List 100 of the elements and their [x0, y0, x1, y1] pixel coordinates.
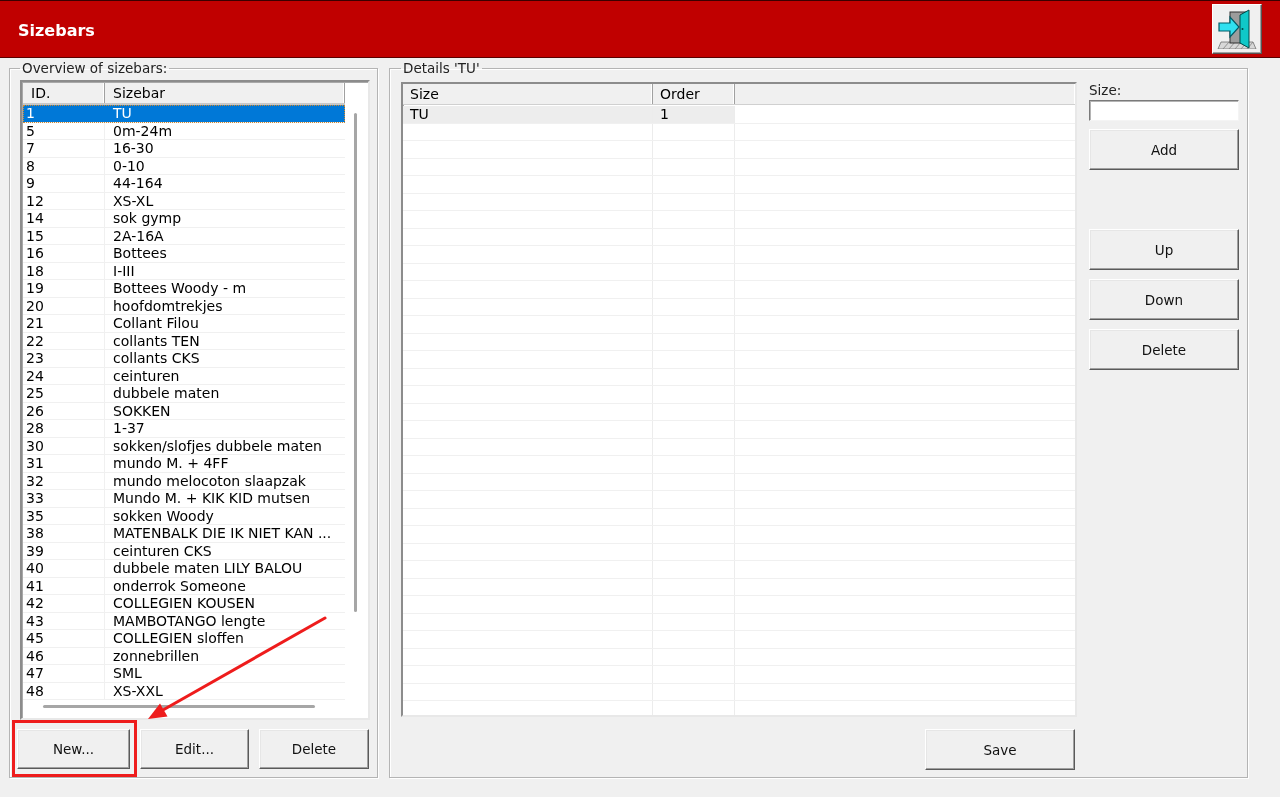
table-cell: 8 — [23, 157, 105, 174]
table-cell-text: ceinturen CKS — [112, 542, 213, 559]
exit-button[interactable] — [1212, 4, 1262, 54]
table-cell: 1 — [653, 106, 735, 123]
list-row[interactable]: 8 0-10 — [23, 157, 345, 175]
group-title: Overview of sizebars: — [21, 61, 169, 75]
table-cell: 40 — [23, 560, 105, 577]
list-row[interactable]: 16 Bottees — [23, 245, 345, 263]
table-cell: TU — [403, 106, 653, 123]
table-cell-text: SOKKEN — [112, 402, 172, 419]
table-cell: 35 — [23, 507, 105, 524]
table-cell: 32 — [23, 472, 105, 489]
list-row[interactable]: 39 ceinturen CKS — [23, 542, 345, 560]
edit-button[interactable]: Edit... — [140, 729, 249, 769]
table-cell-text: MAMBOTANGO lengte — [112, 612, 267, 629]
table-cell-text: SML — [112, 665, 143, 682]
table-cell: 16 — [23, 245, 105, 262]
table-cell-text: dubbele maten LILY BALOU — [112, 560, 304, 577]
list-row[interactable]: 12 XS-XL — [23, 192, 345, 210]
table-cell: 43 — [23, 612, 105, 629]
table-cell-text: Bottees Woody - m — [112, 280, 248, 297]
list-row[interactable]: 24 ceinturen — [23, 367, 345, 385]
new-button[interactable]: New... — [17, 729, 130, 769]
up-button[interactable]: Up — [1089, 229, 1239, 270]
table-cell: 38 — [23, 525, 105, 542]
table-cell: 45 — [23, 630, 105, 647]
add-button[interactable]: Add — [1089, 129, 1239, 170]
table-cell-text: 0-10 — [112, 157, 146, 174]
list-row[interactable]: 32 mundo melocoton slaapzak — [23, 472, 345, 490]
list-row[interactable]: 46 zonnebrillen — [23, 647, 345, 665]
table-cell-text: mundo melocoton slaapzak — [112, 472, 307, 489]
table-cell-text: 2A-16A — [112, 227, 165, 244]
delete-button[interactable]: Delete — [1089, 329, 1239, 370]
list-row[interactable]: 48 XS-XXL — [23, 682, 345, 700]
table-cell-text: XS-XL — [112, 192, 155, 209]
list-row[interactable]: 40 dubbele maten LILY BALOU — [23, 560, 345, 578]
table-cell-text: TU — [112, 105, 133, 122]
table-cell-text: Collant Filou — [112, 315, 200, 332]
table-cell-text: 16-30 — [112, 140, 155, 157]
list-row[interactable]: 33 Mundo M. + KIK KID mutsen — [23, 490, 345, 508]
table-cell: 41 — [23, 577, 105, 594]
list-row[interactable]: 22 collants TEN — [23, 332, 345, 350]
list-row[interactable]: 5 0m-24m — [23, 122, 345, 140]
scrollbar-thumb[interactable] — [43, 705, 315, 708]
list-row[interactable]: 45 COLLEGIEN sloffen — [23, 630, 345, 648]
table-cell-text: XS-XXL — [112, 682, 164, 699]
table-cell: 26 — [23, 402, 105, 419]
list-row[interactable]: 18 I-III — [23, 262, 345, 280]
list-row[interactable]: 31 mundo M. + 4FF — [23, 455, 345, 473]
list-row[interactable]: 41 onderrok Someone — [23, 577, 345, 595]
table-cell-text: mundo M. + 4FF — [112, 455, 230, 472]
group-title: Details 'TU' — [402, 61, 481, 75]
table-cell: 12 — [23, 192, 105, 209]
list-row[interactable]: 21 Collant Filou — [23, 315, 345, 333]
list-row[interactable]: 42 COLLEGIEN KOUSEN — [23, 595, 345, 613]
list-row[interactable]: 9 44-164 — [23, 175, 345, 193]
list-row[interactable]: 35 sokken Woody — [23, 507, 345, 525]
list-row[interactable]: 28 1-37 — [23, 420, 345, 438]
table-cell: 1 — [23, 105, 105, 122]
down-button[interactable]: Down — [1089, 279, 1239, 320]
table-cell-text: I-III — [112, 262, 136, 279]
table-cell: 47 — [23, 665, 105, 682]
table-cell: 7 — [23, 140, 105, 157]
table-cell-text: zonnebrillen — [112, 647, 201, 664]
list-row[interactable]: 19 Bottees Woody - m — [23, 280, 345, 298]
window-title: Sizebars — [18, 20, 95, 40]
list-row[interactable]: 1 TU — [23, 105, 345, 123]
list-row[interactable]: 20 hoofdomtrekjes — [23, 297, 345, 315]
list-row[interactable]: 26 SOKKEN — [23, 402, 345, 420]
list-row[interactable]: 7 16-30 — [23, 140, 345, 158]
list-row[interactable]: 38 MATENBALK DIE IK NIET KAN ... — [23, 525, 345, 543]
scrollbar-thumb[interactable] — [354, 113, 357, 612]
table-cell-text: Mundo M. + KIK KID mutsen — [112, 490, 312, 507]
grid-row[interactable]: TU 1 — [403, 106, 735, 123]
table-cell: 23 — [23, 350, 105, 367]
list-row[interactable]: 15 2A-16A — [23, 227, 345, 245]
table-cell: 46 — [23, 647, 105, 664]
table-cell: 42 — [23, 595, 105, 612]
field-label: Size: — [1089, 82, 1122, 98]
list-row[interactable]: 30 sokken/slofjes dubbele maten — [23, 437, 345, 455]
list-row[interactable]: 47 SML — [23, 665, 345, 683]
size-input[interactable] — [1089, 100, 1239, 121]
table-cell-text: ceinturen — [112, 367, 181, 384]
list-row[interactable]: 23 collants CKS — [23, 350, 345, 368]
list-row[interactable]: 14 sok gymp — [23, 210, 345, 228]
table-cell-text: dubbele maten — [112, 385, 221, 402]
table-cell-text: onderrok Someone — [112, 577, 247, 594]
list-row[interactable]: 43 MAMBOTANGO lengte — [23, 612, 345, 630]
table-cell-text: 44-164 — [112, 175, 164, 192]
table-cell-text: sokken Woody — [112, 507, 215, 524]
table-cell: 9 — [23, 175, 105, 192]
table-cell-text: 1-37 — [112, 420, 146, 437]
list-row[interactable]: 25 dubbele maten — [23, 385, 345, 403]
table-cell-text: MATENBALK DIE IK NIET KAN ... — [112, 525, 333, 542]
table-cell: 5 — [23, 122, 105, 139]
table-cell: 19 — [23, 280, 105, 297]
table-cell: 30 — [23, 437, 105, 454]
delete-button[interactable]: Delete — [259, 729, 369, 769]
table-cell-text: hoofdomtrekjes — [112, 297, 224, 314]
save-button[interactable]: Save — [925, 729, 1075, 770]
